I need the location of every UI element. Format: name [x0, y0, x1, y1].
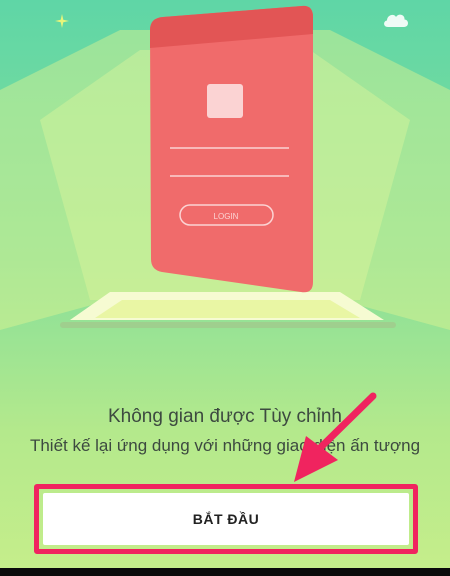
login-button-text: LOGIN	[214, 212, 239, 221]
start-button[interactable]: BẮT ĐẦU	[43, 493, 409, 545]
system-navigation-bar	[0, 568, 450, 576]
onboarding-subtitle: Thiết kế lại ứng dụng với những giao diệ…	[29, 436, 421, 455]
onboarding-screen: LOGIN Không gian được Tùy chỉnh Thiết kế…	[0, 0, 450, 576]
arrow-pointer-icon	[294, 392, 377, 482]
phone-login-illustration: LOGIN	[0, 5, 450, 330]
login-card	[150, 5, 313, 293]
onboarding-title: Không gian được Tùy chỉnh	[108, 406, 342, 427]
avatar-placeholder	[207, 84, 243, 118]
start-button-highlight: BẮT ĐẦU	[34, 484, 418, 554]
